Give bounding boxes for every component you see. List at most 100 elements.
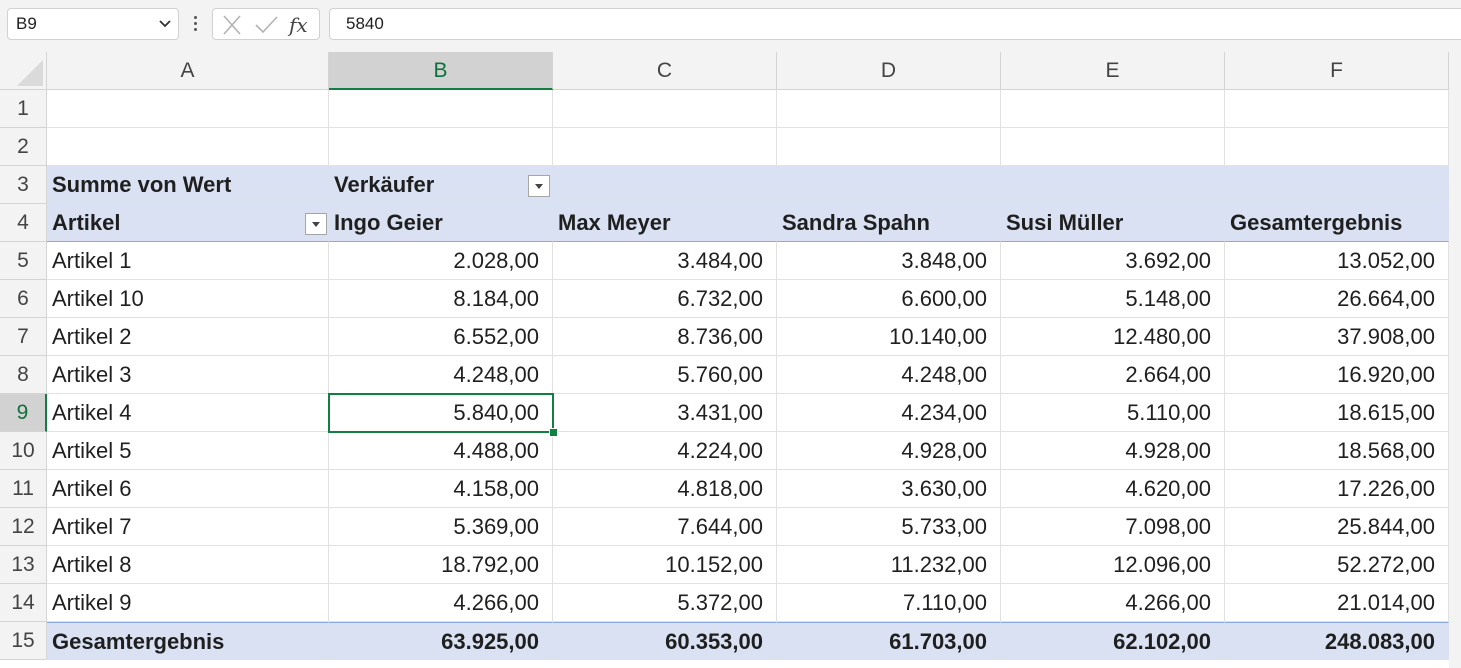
- row-header-3[interactable]: 3: [0, 166, 47, 204]
- pivot-value-cell[interactable]: 18.792,00: [329, 546, 553, 584]
- pivot-value-cell[interactable]: 4.818,00: [553, 470, 777, 508]
- pivot-value-cell[interactable]: 18.568,00: [1225, 432, 1449, 470]
- pivot-header-cell[interactable]: [553, 166, 777, 204]
- pivot-column-header[interactable]: Max Meyer: [553, 204, 777, 242]
- cell[interactable]: [47, 128, 329, 166]
- pivot-header-cell[interactable]: [1001, 166, 1225, 204]
- pivot-value-cell[interactable]: 4.928,00: [777, 432, 1001, 470]
- cell[interactable]: [1225, 128, 1449, 166]
- name-box[interactable]: B9: [7, 8, 179, 40]
- cell[interactable]: [1001, 128, 1225, 166]
- checkmark-icon[interactable]: [251, 13, 281, 37]
- pivot-row-label[interactable]: Artikel 10: [47, 280, 329, 318]
- pivot-value-cell[interactable]: 8.736,00: [553, 318, 777, 356]
- vertical-scrollbar[interactable]: [1449, 52, 1461, 668]
- pivot-value-cell[interactable]: 6.600,00: [777, 280, 1001, 318]
- pivot-value-cell[interactable]: 3.848,00: [777, 242, 1001, 280]
- pivot-column-header[interactable]: Sandra Spahn: [777, 204, 1001, 242]
- pivot-value-cell[interactable]: 3.630,00: [777, 470, 1001, 508]
- cell[interactable]: [1225, 90, 1449, 128]
- pivot-value-cell[interactable]: 12.096,00: [1001, 546, 1225, 584]
- row-header-12[interactable]: 12: [0, 508, 47, 546]
- cell[interactable]: [1001, 90, 1225, 128]
- pivot-value-cell[interactable]: 17.226,00: [1225, 470, 1449, 508]
- grand-total-value[interactable]: 62.102,00: [1001, 622, 1225, 660]
- row-header-4[interactable]: 4: [0, 204, 47, 242]
- row-header-1[interactable]: 1: [0, 90, 47, 128]
- pivot-value-cell[interactable]: 4.928,00: [1001, 432, 1225, 470]
- pivot-value-cell[interactable]: 12.480,00: [1001, 318, 1225, 356]
- row-header-7[interactable]: 7: [0, 318, 47, 356]
- row-header-5[interactable]: 5: [0, 242, 47, 280]
- pivot-value-cell[interactable]: 26.664,00: [1225, 280, 1449, 318]
- pivot-column-header[interactable]: Ingo Geier: [329, 204, 553, 242]
- pivot-row-field-label[interactable]: Artikel: [47, 204, 329, 242]
- pivot-value-cell[interactable]: 5.840,00: [329, 394, 553, 432]
- filter-dropdown-icon[interactable]: [305, 213, 327, 235]
- pivot-value-cell[interactable]: 5.372,00: [553, 584, 777, 622]
- cell[interactable]: [777, 90, 1001, 128]
- fx-icon[interactable]: fx: [286, 13, 316, 37]
- pivot-value-cell[interactable]: 4.620,00: [1001, 470, 1225, 508]
- pivot-header-cell[interactable]: [777, 166, 1001, 204]
- pivot-value-cell[interactable]: 5.148,00: [1001, 280, 1225, 318]
- column-header-d[interactable]: D: [777, 52, 1001, 90]
- pivot-value-cell[interactable]: 4.158,00: [329, 470, 553, 508]
- column-header-b[interactable]: B: [329, 52, 553, 90]
- pivot-value-cell[interactable]: 4.266,00: [1001, 584, 1225, 622]
- grand-total-value[interactable]: 63.925,00: [329, 622, 553, 660]
- pivot-value-cell[interactable]: 4.266,00: [329, 584, 553, 622]
- row-header-14[interactable]: 14: [0, 584, 47, 622]
- pivot-value-cell[interactable]: 37.908,00: [1225, 318, 1449, 356]
- pivot-value-cell[interactable]: 13.052,00: [1225, 242, 1449, 280]
- pivot-header-cell[interactable]: [1225, 166, 1449, 204]
- chevron-down-icon[interactable]: [158, 9, 172, 49]
- column-header-e[interactable]: E: [1001, 52, 1225, 90]
- pivot-column-header[interactable]: Susi Müller: [1001, 204, 1225, 242]
- column-header-c[interactable]: C: [553, 52, 777, 90]
- filter-dropdown-icon[interactable]: [528, 175, 550, 197]
- pivot-value-cell[interactable]: 10.140,00: [777, 318, 1001, 356]
- pivot-value-cell[interactable]: 4.234,00: [777, 394, 1001, 432]
- cell[interactable]: [47, 90, 329, 128]
- pivot-row-label[interactable]: Artikel 1: [47, 242, 329, 280]
- pivot-row-label[interactable]: Artikel 3: [47, 356, 329, 394]
- grand-total-value[interactable]: 61.703,00: [777, 622, 1001, 660]
- row-header-13[interactable]: 13: [0, 546, 47, 584]
- formula-input[interactable]: 5840: [329, 8, 1461, 40]
- pivot-row-label[interactable]: Artikel 7: [47, 508, 329, 546]
- pivot-value-cell[interactable]: 11.232,00: [777, 546, 1001, 584]
- pivot-value-cell[interactable]: 16.920,00: [1225, 356, 1449, 394]
- pivot-value-cell[interactable]: 10.152,00: [553, 546, 777, 584]
- pivot-value-cell[interactable]: 5.733,00: [777, 508, 1001, 546]
- pivot-value-cell[interactable]: 4.248,00: [329, 356, 553, 394]
- x-icon[interactable]: [217, 13, 247, 37]
- pivot-value-cell[interactable]: 21.014,00: [1225, 584, 1449, 622]
- fill-handle[interactable]: [549, 428, 558, 437]
- pivot-value-cell[interactable]: 3.692,00: [1001, 242, 1225, 280]
- pivot-value-cell[interactable]: 25.844,00: [1225, 508, 1449, 546]
- cell[interactable]: [777, 128, 1001, 166]
- cell[interactable]: [553, 128, 777, 166]
- row-header-10[interactable]: 10: [0, 432, 47, 470]
- pivot-value-cell[interactable]: 7.098,00: [1001, 508, 1225, 546]
- pivot-row-label[interactable]: Artikel 8: [47, 546, 329, 584]
- pivot-row-label[interactable]: Artikel 5: [47, 432, 329, 470]
- grand-total-value[interactable]: 60.353,00: [553, 622, 777, 660]
- row-header-11[interactable]: 11: [0, 470, 47, 508]
- pivot-value-cell[interactable]: 4.248,00: [777, 356, 1001, 394]
- pivot-row-label[interactable]: Artikel 4: [47, 394, 329, 432]
- cell[interactable]: [553, 90, 777, 128]
- pivot-value-cell[interactable]: 4.224,00: [553, 432, 777, 470]
- pivot-value-cell[interactable]: 2.028,00: [329, 242, 553, 280]
- row-header-8[interactable]: 8: [0, 356, 47, 394]
- pivot-value-cell[interactable]: 8.184,00: [329, 280, 553, 318]
- pivot-value-cell[interactable]: 2.664,00: [1001, 356, 1225, 394]
- select-all-button[interactable]: [0, 52, 47, 90]
- row-header-6[interactable]: 6: [0, 280, 47, 318]
- pivot-value-cell[interactable]: 7.644,00: [553, 508, 777, 546]
- pivot-column-field-label[interactable]: Verkäufer: [329, 166, 553, 204]
- pivot-row-label[interactable]: Artikel 6: [47, 470, 329, 508]
- column-header-f[interactable]: F: [1225, 52, 1449, 90]
- cell[interactable]: [329, 128, 553, 166]
